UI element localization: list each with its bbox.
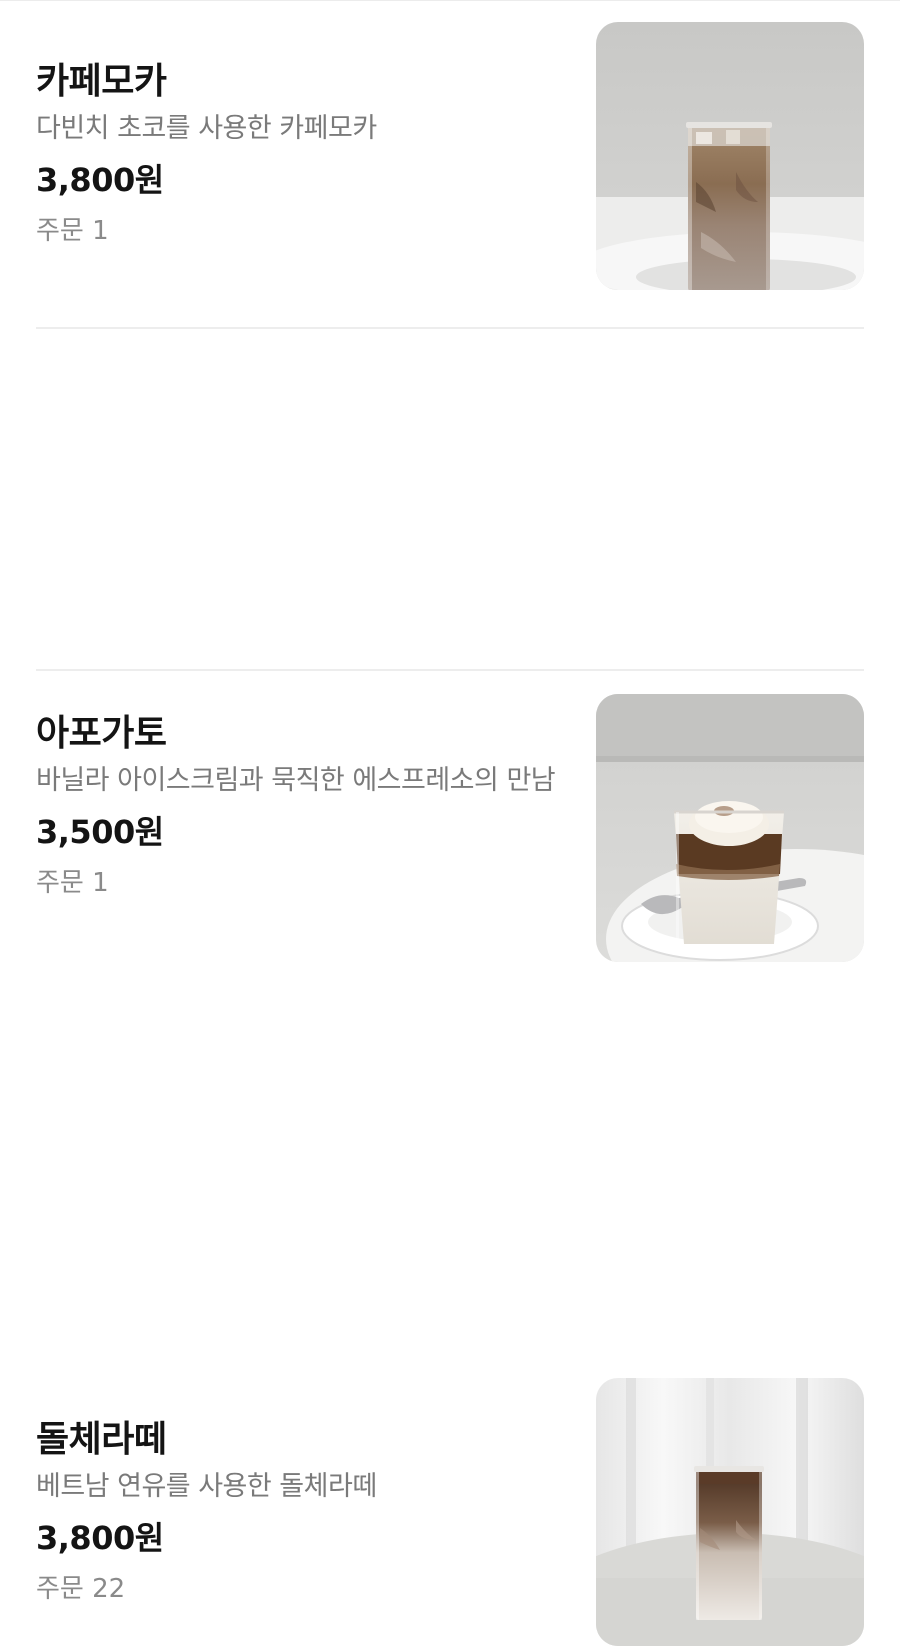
menu-item-info: 돌체라떼 베트남 연유를 사용한 돌체라떼 3,800원 주문 22 <box>36 1418 556 1606</box>
menu-item-price: 3,800원 <box>36 161 164 199</box>
menu-item-description: 베트남 연유를 사용한 돌체라떼 <box>36 1471 377 1502</box>
menu-item-order-count: 주문 22 <box>36 1574 126 1604</box>
menu-item-description: 다빈치 초코를 사용한 카페모카 <box>36 113 377 144</box>
menu-list: 카페모카 다빈치 초코를 사용한 카페모카 3,800원 주문 1 아포가토 바… <box>0 0 900 1646</box>
menu-item-name: 돌체라떼 <box>36 1419 167 1460</box>
iced-dolce-latte-icon <box>596 1378 864 1646</box>
menu-item-cafe-mocha[interactable]: 카페모카 다빈치 초코를 사용한 카페모카 3,800원 주문 1 <box>0 0 900 328</box>
dolce-latte-photo[interactable] <box>596 1378 864 1646</box>
menu-item-name: 카페모카 <box>36 61 167 102</box>
menu-item-dolce-latte[interactable]: 돌체라떼 베트남 연유를 사용한 돌체라떼 3,800원 주문 22 <box>0 671 900 1646</box>
cafe-mocha-photo[interactable] <box>596 22 864 290</box>
menu-item-info: 카페모카 다빈치 초코를 사용한 카페모카 3,800원 주문 1 <box>36 60 556 248</box>
menu-item-affogato[interactable]: 아포가토 바닐라 아이스크림과 묵직한 에스프레소의 만남 3,500원 주문 … <box>0 329 900 962</box>
menu-item-order-count: 주문 1 <box>36 216 109 246</box>
menu-item-price: 3,800원 <box>36 1519 164 1557</box>
iced-cafe-mocha-icon <box>596 22 864 290</box>
